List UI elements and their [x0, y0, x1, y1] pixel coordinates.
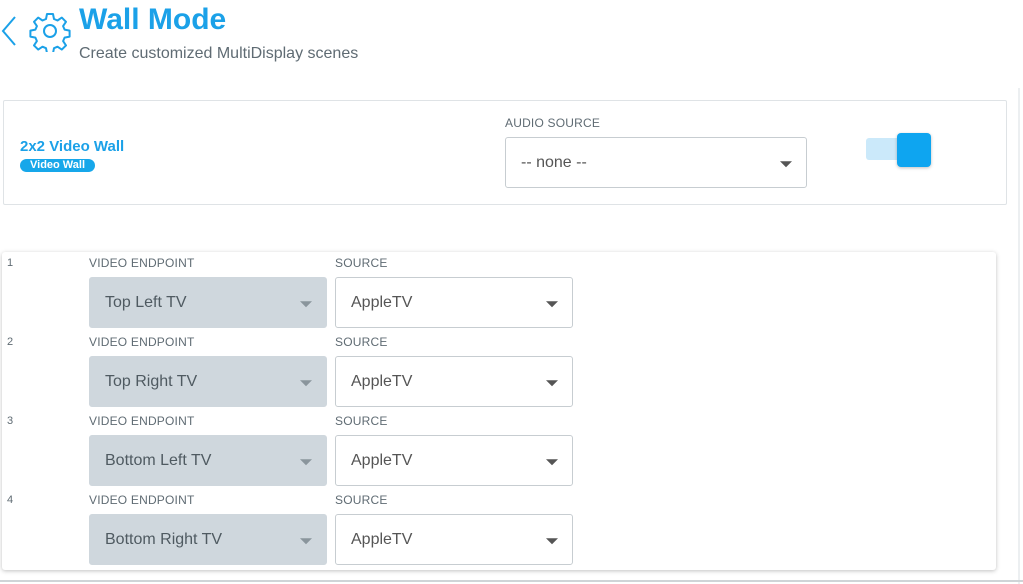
endpoint-row: 3 VIDEO ENDPOINT Bottom Left TV SOURCE A…	[2, 410, 996, 489]
scrollbar-track[interactable]	[1018, 88, 1020, 584]
video-endpoint-select: Bottom Right TV	[89, 514, 327, 565]
video-endpoint-value: Top Right TV	[105, 372, 198, 390]
caret-down-icon	[300, 379, 312, 386]
gear-icon	[29, 10, 71, 55]
caret-down-icon	[546, 379, 558, 386]
row-number: 3	[7, 415, 14, 427]
back-button[interactable]	[0, 14, 20, 48]
source-select[interactable]: AppleTV	[335, 356, 573, 407]
wall-mode-page: Wall Mode Create customized MultiDisplay…	[0, 0, 1023, 584]
video-endpoint-value: Bottom Left TV	[105, 451, 212, 469]
caret-down-icon	[546, 458, 558, 465]
caret-down-icon	[780, 160, 792, 167]
source-select[interactable]: AppleTV	[335, 514, 573, 565]
source-label: SOURCE	[335, 493, 388, 507]
source-label: SOURCE	[335, 414, 388, 428]
source-value: AppleTV	[351, 372, 413, 390]
scene-enable-toggle[interactable]	[862, 133, 932, 167]
scene-name[interactable]: 2x2 Video Wall	[20, 138, 124, 156]
video-endpoint-select: Bottom Left TV	[89, 435, 327, 486]
source-select[interactable]: AppleTV	[335, 435, 573, 486]
page-title: Wall Mode	[79, 3, 227, 36]
page-subtitle: Create customized MultiDisplay scenes	[79, 45, 359, 62]
source-value: AppleTV	[351, 451, 413, 469]
source-value: AppleTV	[351, 293, 413, 311]
audio-source-select[interactable]: -- none --	[505, 137, 807, 188]
video-endpoint-label: VIDEO ENDPOINT	[89, 493, 195, 507]
source-label: SOURCE	[335, 256, 388, 270]
scene-type-badge: Video Wall	[20, 159, 96, 172]
video-endpoint-select: Top Right TV	[89, 356, 327, 407]
scene-card: 2x2 Video Wall Video Wall AUDIO SOURCE -…	[3, 100, 1007, 205]
audio-source-label: AUDIO SOURCE	[505, 116, 601, 130]
chevron-left-icon	[1, 16, 16, 46]
row-number: 4	[7, 494, 14, 506]
video-endpoint-label: VIDEO ENDPOINT	[89, 256, 195, 270]
source-select[interactable]: AppleTV	[335, 277, 573, 328]
video-endpoint-label: VIDEO ENDPOINT	[89, 335, 195, 349]
caret-down-icon	[546, 300, 558, 307]
video-endpoint-value: Top Left TV	[105, 293, 187, 311]
endpoints-panel: 1 VIDEO ENDPOINT Top Left TV SOURCE Appl…	[2, 252, 996, 570]
source-label: SOURCE	[335, 335, 388, 349]
caret-down-icon	[300, 537, 312, 544]
video-endpoint-label: VIDEO ENDPOINT	[89, 414, 195, 428]
caret-down-icon	[546, 537, 558, 544]
toggle-knob[interactable]	[897, 133, 931, 167]
audio-source-value: -- none --	[521, 153, 587, 171]
endpoint-row: 1 VIDEO ENDPOINT Top Left TV SOURCE Appl…	[2, 252, 996, 331]
video-endpoint-value: Bottom Right TV	[105, 530, 223, 548]
caret-down-icon	[300, 458, 312, 465]
row-number: 1	[7, 257, 14, 269]
video-endpoint-select: Top Left TV	[89, 277, 327, 328]
endpoint-row: 2 VIDEO ENDPOINT Top Right TV SOURCE App…	[2, 331, 996, 410]
caret-down-icon	[300, 300, 312, 307]
source-value: AppleTV	[351, 530, 413, 548]
endpoint-row: 4 VIDEO ENDPOINT Bottom Right TV SOURCE …	[2, 489, 996, 568]
bottom-divider	[0, 580, 1023, 582]
row-number: 2	[7, 336, 14, 348]
